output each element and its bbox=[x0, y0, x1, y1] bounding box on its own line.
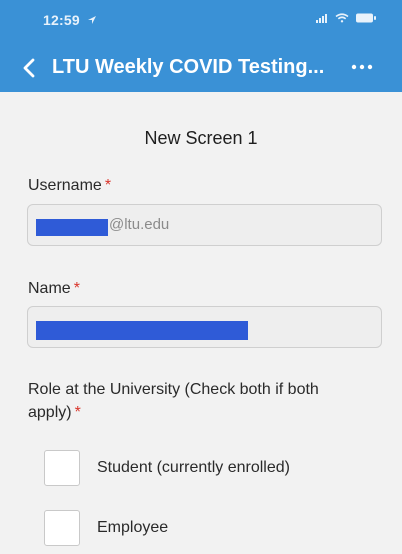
required-marker: * bbox=[73, 280, 80, 297]
page-title: LTU Weekly COVID Testing... bbox=[52, 56, 325, 78]
navigation-bar: LTU Weekly COVID Testing... bbox=[0, 54, 402, 84]
location-arrow-icon bbox=[87, 16, 96, 24]
name-field[interactable] bbox=[27, 306, 382, 348]
chevron-left-icon[interactable] bbox=[20, 56, 40, 80]
checkbox-option-employee[interactable]: Employee bbox=[44, 510, 364, 548]
redacted-username bbox=[36, 219, 108, 236]
status-time: 12:59 bbox=[43, 12, 97, 28]
username-label: Username * bbox=[28, 177, 111, 195]
screen-title: New Screen 1 bbox=[144, 128, 258, 148]
role-label: Role at the University (Check both if bo… bbox=[28, 378, 358, 424]
checkbox-option-student[interactable]: Student (currently enrolled) bbox=[44, 450, 364, 488]
name-label-text: Name bbox=[28, 280, 71, 297]
cellular-signal-icon bbox=[316, 14, 327, 23]
status-icons bbox=[316, 13, 376, 23]
student-option-label: Student (currently enrolled) bbox=[97, 459, 290, 476]
student-checkbox[interactable] bbox=[44, 450, 80, 486]
username-domain-text: @ltu.edu bbox=[109, 216, 170, 233]
employee-option-label: Employee bbox=[97, 519, 169, 536]
app-header: 12:59 LTU Weekly COVID Testing... bbox=[0, 0, 402, 92]
more-dots-icon[interactable] bbox=[350, 60, 374, 74]
wifi-icon bbox=[335, 13, 349, 23]
form-content: New Screen 1 Username * @ltu.edu Name * Ro… bbox=[0, 92, 402, 554]
username-field[interactable]: @ltu.edu bbox=[27, 204, 382, 246]
redacted-name bbox=[36, 321, 248, 340]
app-screen: 12:59 LTU Weekly COVID Testing... New Sc… bbox=[0, 0, 402, 554]
name-label: Name * bbox=[28, 280, 80, 298]
employee-checkbox[interactable] bbox=[44, 510, 80, 546]
battery-icon bbox=[356, 13, 376, 23]
role-label-text: Role at the University (Check both if bo… bbox=[28, 381, 319, 421]
username-label-text: Username bbox=[28, 177, 102, 194]
status-time-text: 12:59 bbox=[43, 12, 80, 28]
required-marker: * bbox=[74, 404, 81, 421]
required-marker: * bbox=[104, 177, 112, 194]
